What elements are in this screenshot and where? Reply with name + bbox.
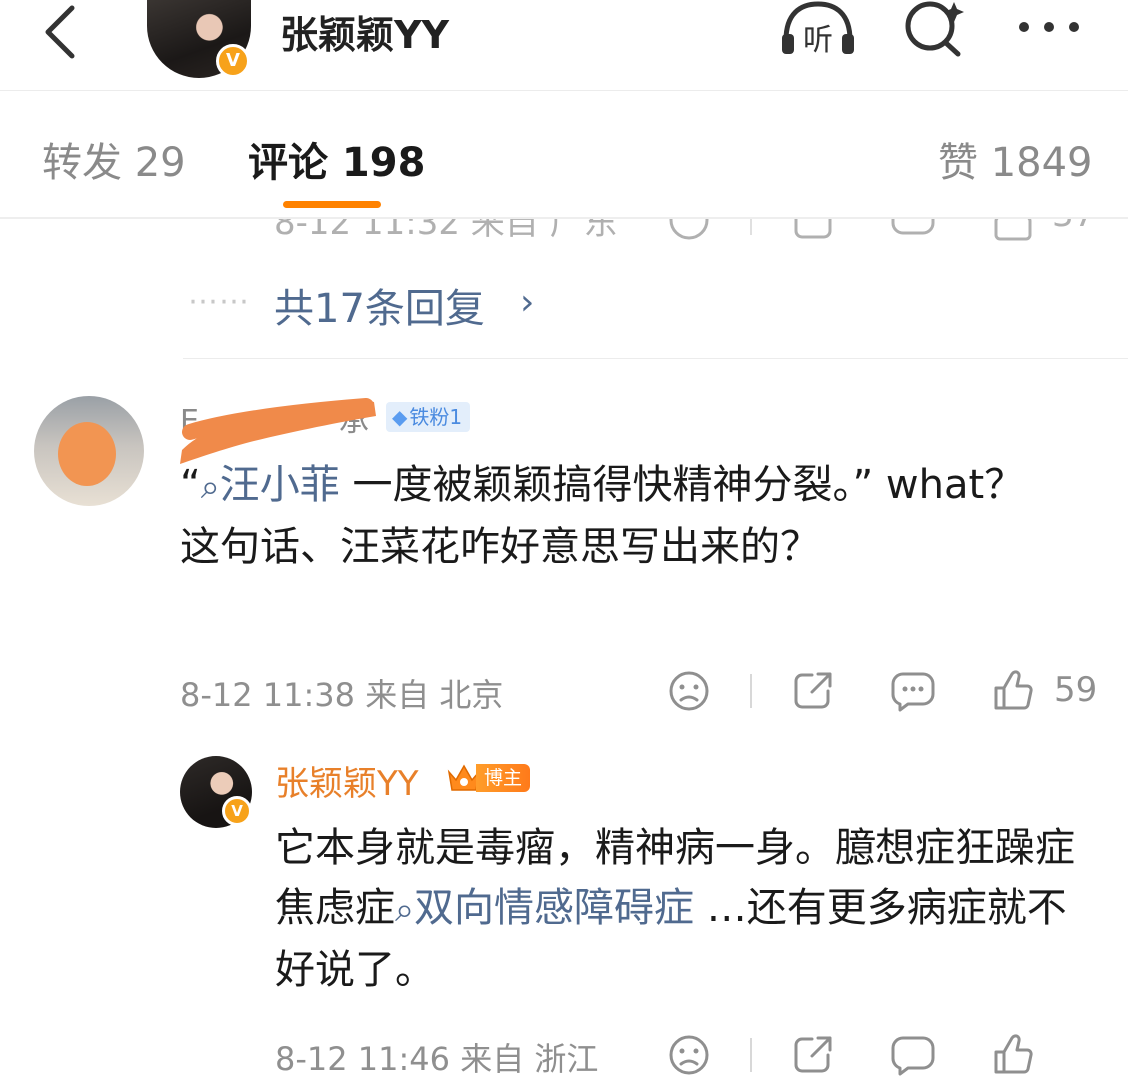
like-count: 59 (1054, 670, 1098, 710)
reply-meta: 8-12 11:46 来自 浙江 (275, 1040, 599, 1078)
top-bar: V 张颖颖YY 听 (0, 0, 1128, 90)
previous-comment-meta: 8-12 11:32 来自 广东 (274, 219, 618, 241)
chevron-right-icon[interactable]: › (520, 282, 534, 323)
verified-badge: V (216, 44, 250, 78)
search-icon: ⌕ (200, 467, 220, 507)
topic-link[interactable]: ⌕双向情感障碍症 (395, 885, 694, 931)
sad-face-icon[interactable] (668, 219, 710, 241)
divider (750, 1038, 752, 1072)
like-icon[interactable] (992, 1032, 1034, 1076)
search-icon[interactable] (902, 0, 968, 58)
fan-level-label: 铁粉1 (409, 405, 463, 429)
back-icon[interactable] (38, 2, 88, 62)
topic-link[interactable]: ⌕汪小菲 (201, 462, 340, 508)
topic-label: 双向情感障碍症 (414, 885, 695, 931)
host-badge-label: 博主 (476, 764, 531, 792)
previous-comment-footer: 8-12 11:32 来自 广东 37 (0, 219, 1128, 241)
thread-dots: ⋯⋯ (188, 284, 250, 319)
reply-author-name[interactable]: 张颖颖YY (275, 756, 419, 805)
more-icon[interactable] (1014, 12, 1084, 42)
divider (0, 90, 1128, 91)
tab-comment[interactable]: 评论 198 (248, 130, 425, 188)
sad-face-icon[interactable] (668, 670, 710, 712)
topic-label: 汪小菲 (219, 462, 340, 508)
divider (183, 358, 1128, 359)
comment-icon[interactable] (890, 1034, 936, 1076)
comment-icon[interactable] (890, 670, 936, 712)
reply-text: 它本身就是毒瘤，精神病一身。臆想症狂躁症焦虑症⌕双向情感障碍症 …还有更多病症就… (275, 818, 1095, 1000)
commenter-avatar[interactable] (34, 396, 144, 506)
sad-face-icon[interactable] (668, 1034, 710, 1076)
view-replies-link[interactable]: 共17条回复 (274, 276, 485, 334)
host-badge: 博主 (446, 762, 531, 794)
like-icon[interactable] (992, 668, 1034, 712)
search-icon: ⌕ (395, 890, 415, 930)
author-name[interactable]: 张颖颖YY (280, 4, 449, 59)
comment-text: “⌕汪小菲 一度被颖颖搞得快精神分裂。” what？这句话、汪菜花咋好意思写出来… (180, 455, 1060, 577)
share-icon[interactable] (792, 219, 834, 241)
fan-level-badge: ◆ 铁粉1 (386, 402, 471, 432)
share-icon[interactable] (792, 1034, 834, 1076)
previous-like-count: 37 (1052, 219, 1095, 235)
share-icon[interactable] (792, 670, 834, 712)
like-icon[interactable] (992, 219, 1034, 241)
comment-text-prefix: “ (180, 462, 201, 508)
comment-meta: 8-12 11:38 来自 北京 (180, 676, 504, 714)
tab-like[interactable]: 赞 1849 (938, 130, 1093, 188)
comment-icon[interactable] (890, 219, 936, 241)
verified-badge: V (222, 796, 252, 826)
divider (750, 674, 752, 708)
listen-icon[interactable]: 听 (778, 0, 858, 58)
redaction-mark (58, 422, 116, 486)
active-tab-indicator (283, 201, 381, 208)
divider (750, 219, 752, 235)
tab-repost[interactable]: 转发 29 (42, 130, 186, 188)
diamond-icon: ◆ (392, 405, 408, 429)
listen-label: 听 (803, 23, 833, 58)
